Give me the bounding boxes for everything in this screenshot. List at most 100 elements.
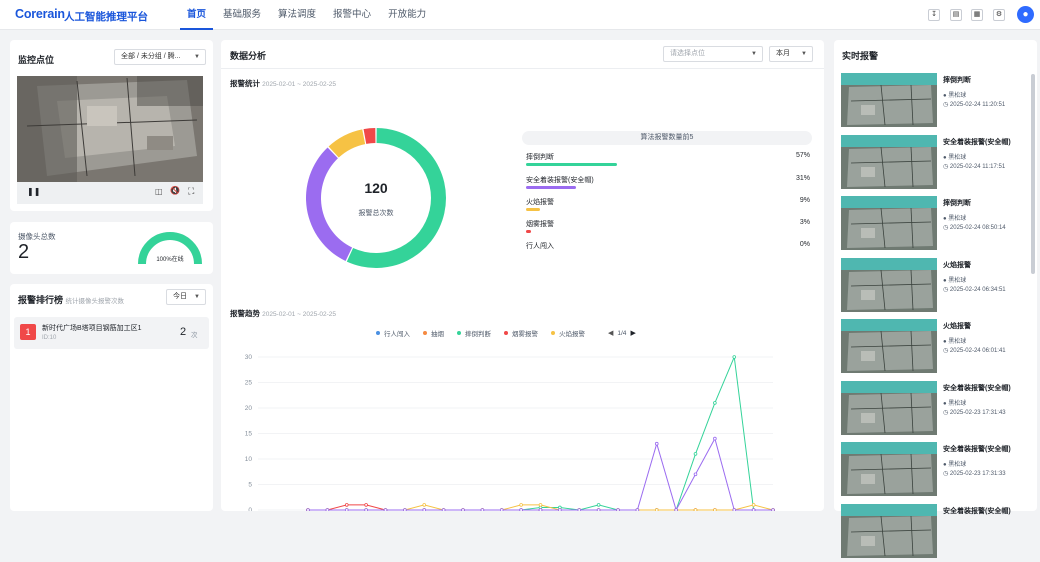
point-select[interactable]: 请选择点位▼ bbox=[663, 46, 763, 62]
legend-item[interactable]: 抽烟 bbox=[423, 328, 444, 338]
data-point[interactable] bbox=[345, 504, 348, 507]
data-point[interactable] bbox=[597, 504, 600, 507]
alarm-item[interactable]: 安全着装报警(安全帽)● 黑松球◷ bbox=[841, 504, 1031, 562]
alarm-snapshot[interactable] bbox=[841, 196, 937, 250]
alarm-item[interactable]: 安全着装报警(安全帽)● 黑松球◷ 2025-02-24 11:17:51 bbox=[841, 135, 1031, 193]
alarm-item[interactable]: 火焰报警 ● 黑松球 ◷ 2025-02-24 06:01:41 bbox=[841, 319, 1031, 377]
camera-video-feed[interactable] bbox=[17, 76, 203, 182]
top5-label: 摔倒判断 bbox=[526, 152, 554, 162]
legend-dot bbox=[376, 331, 380, 335]
data-point[interactable] bbox=[694, 473, 697, 476]
point-select-placeholder: 请选择点位 bbox=[670, 50, 705, 57]
alarm-time: ◷ 2025-02-24 06:01:41 bbox=[943, 347, 1006, 354]
data-point[interactable] bbox=[713, 437, 716, 440]
data-point[interactable] bbox=[713, 402, 716, 405]
user-avatar[interactable]: ● bbox=[1017, 6, 1034, 23]
stats-range: 2025-02-01 ~ 2025-02-25 bbox=[262, 81, 336, 88]
alarm-snapshot[interactable] bbox=[841, 504, 937, 558]
brand-logo[interactable]: Corerain bbox=[15, 7, 65, 21]
alarm-type: 火焰报警 bbox=[943, 321, 971, 331]
legend-item[interactable]: 烟雾报警 bbox=[504, 328, 538, 338]
data-point[interactable] bbox=[365, 504, 368, 507]
analysis-title: 数据分析 bbox=[230, 49, 266, 62]
alarm-trend-chart: 051015202530 bbox=[228, 345, 818, 511]
fullscreen-icon[interactable]: ⛶ bbox=[188, 186, 194, 197]
alarm-snapshot[interactable] bbox=[841, 135, 937, 189]
top5-percent: 0% bbox=[800, 241, 810, 248]
monitor-group-select[interactable]: 全部 / 未分组 / 腾...▼ bbox=[114, 49, 206, 65]
top5-percent: 9% bbox=[800, 197, 810, 204]
alarm-location: ● 黑松球 bbox=[943, 398, 966, 407]
top5-row: 行人闯入 0% bbox=[522, 238, 812, 260]
alarm-item[interactable]: 火焰报警● 黑松球◷ 2025-02-24 06:34:51 bbox=[841, 258, 1031, 316]
data-point[interactable] bbox=[733, 356, 736, 359]
snapshot-icon[interactable]: ◫ bbox=[155, 187, 163, 196]
donut-slice[interactable] bbox=[364, 128, 376, 144]
data-point[interactable] bbox=[423, 504, 426, 507]
alarm-total-label: 报警总次数 bbox=[316, 208, 436, 218]
alarm-snapshot[interactable] bbox=[841, 258, 937, 312]
clock-icon: ◷ bbox=[943, 102, 948, 108]
data-point[interactable] bbox=[694, 453, 697, 456]
chevron-down-icon: ▼ bbox=[801, 47, 807, 61]
legend-item[interactable]: 摔倒判断 bbox=[457, 328, 491, 338]
legend-item[interactable]: 行人闯入 bbox=[376, 328, 410, 338]
location-pin-icon: ● bbox=[943, 216, 947, 222]
clock-icon: ◷ bbox=[943, 471, 948, 477]
top5-header: 算法报警数量前5 bbox=[522, 131, 812, 145]
top5-row: 烟雾报警 3% bbox=[522, 216, 812, 238]
location-pin-icon: ● bbox=[943, 278, 947, 284]
grid-icon[interactable]: ▤ bbox=[950, 9, 962, 21]
alarm-snapshot[interactable] bbox=[841, 319, 937, 373]
top5-label: 火焰报警 bbox=[526, 197, 554, 207]
ranking-row[interactable]: 1 新时代广场B塔项目钢筋加工区1 ID:10 2 次 bbox=[14, 317, 209, 349]
legend-label: 烟雾报警 bbox=[512, 328, 538, 338]
top5-label: 烟雾报警 bbox=[526, 219, 554, 229]
legend-prev-icon[interactable]: ◀ bbox=[608, 329, 613, 337]
nav-alarm-center[interactable]: 报警中心 bbox=[326, 0, 378, 30]
data-point[interactable] bbox=[655, 442, 658, 445]
analysis-period-select[interactable]: 本月▼ bbox=[769, 46, 813, 62]
legend-next-icon[interactable]: ▶ bbox=[630, 329, 635, 337]
legend-item[interactable]: 火焰报警 bbox=[551, 328, 585, 338]
pause-icon[interactable]: ❚❚ bbox=[27, 187, 40, 196]
legend-label: 火焰报警 bbox=[559, 328, 585, 338]
download-icon[interactable]: ↧ bbox=[928, 9, 940, 21]
trend-title-text: 报警趋势 bbox=[230, 309, 260, 318]
data-point[interactable] bbox=[520, 504, 523, 507]
alarm-item[interactable]: 摔倒判断● 黑松球◷ 2025-02-24 11:20:51 bbox=[841, 73, 1031, 131]
ranking-period-select[interactable]: 今日▼ bbox=[166, 289, 206, 305]
alarm-type: 安全着装报警(安全帽) bbox=[943, 137, 1011, 147]
nav-home[interactable]: 首页 bbox=[180, 0, 213, 30]
donut-slice[interactable] bbox=[329, 129, 366, 157]
ranking-count: 2 bbox=[180, 326, 186, 338]
donut-slice[interactable] bbox=[306, 147, 352, 261]
camera-count-value: 2 bbox=[18, 241, 29, 264]
nav-basic-services[interactable]: 基础服务 bbox=[216, 0, 268, 30]
apps-icon[interactable]: ▦ bbox=[971, 9, 983, 21]
nav-open-capabilities[interactable]: 开放能力 bbox=[381, 0, 433, 30]
y-tick-label: 5 bbox=[248, 482, 252, 489]
app-title: 人工智能推理平台 bbox=[64, 9, 148, 24]
alarm-location: ● 黑松球 bbox=[943, 90, 966, 99]
data-point[interactable] bbox=[752, 504, 755, 507]
settings-icon[interactable]: ⚙ bbox=[993, 9, 1005, 21]
alarm-list-scrollbar[interactable] bbox=[1031, 74, 1035, 274]
location-pin-icon: ● bbox=[943, 462, 947, 468]
alarm-item[interactable]: 安全着装报警(安全帽)● 黑松球◷ 2025-02-23 17:31:33 bbox=[841, 442, 1031, 500]
location-pin-icon: ● bbox=[943, 401, 947, 407]
alarm-item[interactable]: 安全着装报警(安全帽)● 黑松球◷ 2025-02-23 17:31:43 bbox=[841, 381, 1031, 439]
top5-bar bbox=[526, 186, 576, 189]
ranking-unit: 次 bbox=[191, 329, 198, 339]
alarm-snapshot[interactable] bbox=[841, 442, 937, 496]
legend-dot bbox=[423, 331, 427, 335]
data-point[interactable] bbox=[539, 504, 542, 507]
nav-algorithm-scheduling[interactable]: 算法调度 bbox=[271, 0, 323, 30]
alarm-snapshot[interactable] bbox=[841, 381, 937, 435]
alarm-item[interactable]: 摔倒判断● 黑松球◷ 2025-02-24 08:50:14 bbox=[841, 196, 1031, 254]
mute-icon[interactable]: 🔇 bbox=[170, 186, 180, 195]
donut-slice[interactable] bbox=[347, 128, 446, 268]
rank-badge: 1 bbox=[20, 324, 36, 340]
alarm-snapshot[interactable] bbox=[841, 73, 937, 127]
alarm-location: ● 黑松球 bbox=[943, 336, 966, 345]
